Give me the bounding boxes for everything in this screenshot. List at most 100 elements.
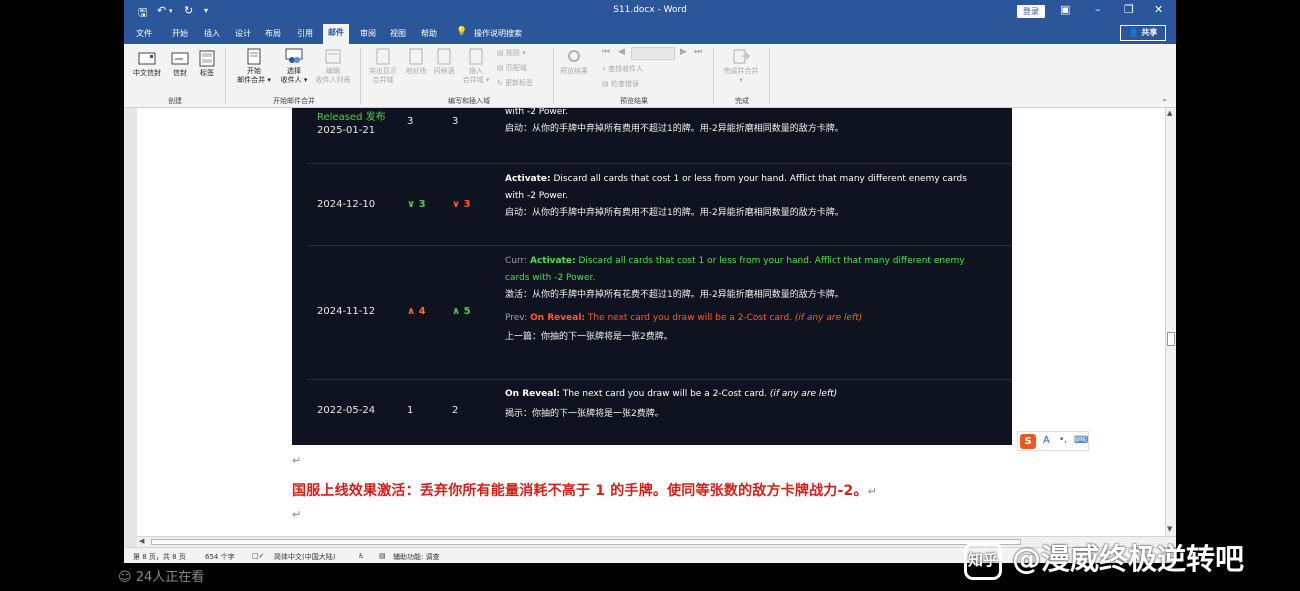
- row-power: 2: [452, 405, 459, 416]
- ribbon-display-options-icon[interactable]: ▣: [1060, 3, 1070, 16]
- envelope-icon: [171, 52, 189, 65]
- insert-bottom-label: 合并域: [462, 76, 484, 84]
- scroll-thumb[interactable]: [1167, 332, 1175, 346]
- tab-help[interactable]: 帮助: [421, 28, 437, 39]
- desc-line: cards with -2 Power.: [505, 273, 596, 283]
- start-mail-merge-button[interactable]: 开始 邮件合并 ▾: [232, 48, 276, 85]
- scroll-up-icon[interactable]: ▲: [1167, 109, 1172, 117]
- viewers-count: 24人正在看: [135, 570, 205, 585]
- highlight-merge-fields-button[interactable]: 突出显示 合并域: [365, 48, 401, 85]
- sogou-icon[interactable]: S: [1020, 434, 1036, 449]
- on-reveal-keyword: On Reveal:: [505, 389, 560, 399]
- desc-line: with -2 Power.: [505, 191, 569, 201]
- row-power: ∨ 3: [452, 199, 471, 210]
- on-reveal-text: The next card you draw will be a 2-Cost …: [559, 389, 770, 399]
- login-button[interactable]: 登录: [1017, 5, 1045, 18]
- chevron-down-icon: ∨: [452, 199, 464, 210]
- activate-text: Discard all cards that cost 1 or less fr…: [575, 256, 965, 266]
- rules-label: 规则: [505, 49, 520, 57]
- word-count[interactable]: 654 个字: [205, 552, 235, 562]
- rules-button[interactable]: ▤ 规则 ▾: [497, 49, 526, 58]
- match-fields-button[interactable]: ▤ 匹配域: [497, 64, 527, 73]
- tab-file[interactable]: 文件: [136, 28, 152, 39]
- document-area: Released 发布 2025-01-21 3 3 with -2 Power…: [124, 108, 1165, 536]
- chinese-envelope-button[interactable]: 中文信封: [130, 50, 164, 78]
- record-number-input[interactable]: [631, 47, 675, 60]
- address-block-button[interactable]: 地址块: [402, 48, 430, 76]
- tell-me-search[interactable]: 操作说明搜索: [474, 28, 522, 39]
- chevron-down-icon: ▾: [739, 76, 743, 84]
- find-recipient-button[interactable]: ⌕ 查找收件人: [602, 65, 643, 74]
- scroll-left-icon[interactable]: ◀: [139, 537, 144, 545]
- ime-keyboard-icon[interactable]: ⌨: [1074, 435, 1088, 446]
- minimize-icon[interactable]: –: [1095, 3, 1101, 16]
- vertical-scrollbar[interactable]: ▲ ▼: [1165, 108, 1176, 536]
- row-cost: 1: [407, 405, 414, 416]
- desc-chinese: 启动：从你的手牌中弃掉所有费用不超过1的牌。用-2异能折磨相同数量的敌方卡牌。: [505, 208, 844, 218]
- previous-record-icon[interactable]: ◀: [618, 48, 625, 57]
- ime-toolbar[interactable]: S A •, ⌨: [1017, 431, 1089, 451]
- check-errors-label: 检查错误: [610, 80, 639, 88]
- match-fields-icon: ▤: [497, 64, 506, 72]
- chevron-down-icon: ▾: [265, 76, 271, 84]
- envelope-icon: [138, 52, 156, 65]
- proofing-icon[interactable]: □✓: [252, 552, 264, 560]
- desc-chinese: 启动：从你的手牌中弃掉所有费用不超过1的牌。用-2异能折磨相同数量的敌方卡牌。: [505, 124, 844, 134]
- document-page[interactable]: Released 发布 2025-01-21 3 3 with -2 Power…: [137, 108, 1165, 536]
- group-separator: [713, 48, 714, 104]
- ime-mode-icon[interactable]: A: [1043, 435, 1050, 446]
- update-labels-icon: ↻: [497, 79, 506, 87]
- preview-results-button[interactable]: 预览结果: [556, 48, 592, 76]
- desc-chinese: 上一篇：你抽的下一张牌将是一张2费牌。: [505, 332, 673, 342]
- table-row: 2024-12-10 ∨ 3 ∨ 3 Activate: Discard all…: [307, 163, 1012, 245]
- insert-merge-field-button[interactable]: 插入 合并域 ▾: [458, 48, 494, 85]
- document-icon: [409, 48, 423, 65]
- text-predictions-icon[interactable]: ▤: [379, 552, 386, 560]
- tab-references[interactable]: 引用: [297, 28, 313, 39]
- select-recipients-button[interactable]: 选择 收件人 ▾: [276, 48, 312, 85]
- check-errors-button[interactable]: ▤ 检查错误: [602, 80, 639, 89]
- labels-button[interactable]: 标签: [196, 50, 218, 78]
- red-summary-line: 国服上线效果激活：丢弃你所有能量消耗不高于 1 的手牌。使同等张数的敌方卡牌战力…: [292, 480, 877, 500]
- on-reveal-note: (if any are left): [769, 389, 838, 399]
- collapse-ribbon-icon[interactable]: ⌃: [1161, 98, 1168, 107]
- next-record-icon[interactable]: ▶: [680, 48, 687, 57]
- language-status[interactable]: 简体中文(中国大陆): [274, 552, 335, 562]
- restore-icon[interactable]: ❐: [1124, 3, 1134, 16]
- row-power-value: 5: [463, 306, 471, 317]
- tab-design[interactable]: 设计: [235, 28, 251, 39]
- edit-recipient-list-button[interactable]: 编辑 收件人列表: [311, 48, 355, 85]
- finish-merge-button[interactable]: 完成并合并 ▾: [718, 48, 764, 85]
- desc-line: Prev: On Reveal: The next card you draw …: [505, 310, 1005, 327]
- preview-icon: [568, 50, 580, 62]
- tab-view[interactable]: 视图: [390, 28, 406, 39]
- ime-punct-icon[interactable]: •,: [1059, 435, 1067, 445]
- tab-insert[interactable]: 插入: [204, 28, 220, 39]
- group-finish: 完成: [735, 97, 749, 105]
- desc-line: Curr: Activate: Discard all cards that c…: [505, 253, 1005, 270]
- chevron-down-icon: ∨: [407, 199, 419, 210]
- table-row: 2024-11-12 ∧ 4 ∧ 5 Curr: Activate: Disca…: [307, 245, 1012, 379]
- tab-review[interactable]: 审阅: [360, 28, 376, 39]
- screen: 🖫 ↶ ▾ ↻ ▾ S11.docx - Word 登录 ▣ – ❐ ✕ 文件 …: [0, 0, 1300, 591]
- horizontal-scroll-thumb[interactable]: [151, 539, 1021, 545]
- group-separator: [360, 48, 361, 104]
- tab-mailings[interactable]: 邮件: [323, 24, 349, 44]
- last-record-icon[interactable]: ⏭: [694, 48, 702, 57]
- scroll-down-icon[interactable]: ▼: [1167, 525, 1172, 533]
- dark-history-table: Released 发布 2025-01-21 3 3 with -2 Power…: [292, 108, 1012, 445]
- first-record-icon[interactable]: ⏮: [602, 48, 610, 57]
- group-separator: [553, 48, 554, 104]
- envelope-button[interactable]: 信封: [168, 50, 192, 78]
- page-count[interactable]: 第 8 页，共 8 页: [133, 552, 186, 562]
- greeting-line-button[interactable]: 问候语: [430, 48, 458, 76]
- tab-layout[interactable]: 布局: [265, 28, 281, 39]
- row-cost-value: 3: [418, 199, 426, 210]
- word-window: 🖫 ↶ ▾ ↻ ▾ S11.docx - Word 登录 ▣ – ❐ ✕ 文件 …: [124, 0, 1176, 563]
- tab-home[interactable]: 开始: [172, 28, 188, 39]
- accessibility-status[interactable]: 辅助功能: 调查: [393, 552, 440, 562]
- share-button[interactable]: 👤 共享: [1120, 25, 1166, 41]
- title-bar: 🖫 ↶ ▾ ↻ ▾ S11.docx - Word 登录 ▣ – ❐ ✕: [124, 0, 1176, 23]
- close-icon[interactable]: ✕: [1154, 3, 1163, 16]
- update-labels-button[interactable]: ↻ 更新标签: [497, 79, 533, 88]
